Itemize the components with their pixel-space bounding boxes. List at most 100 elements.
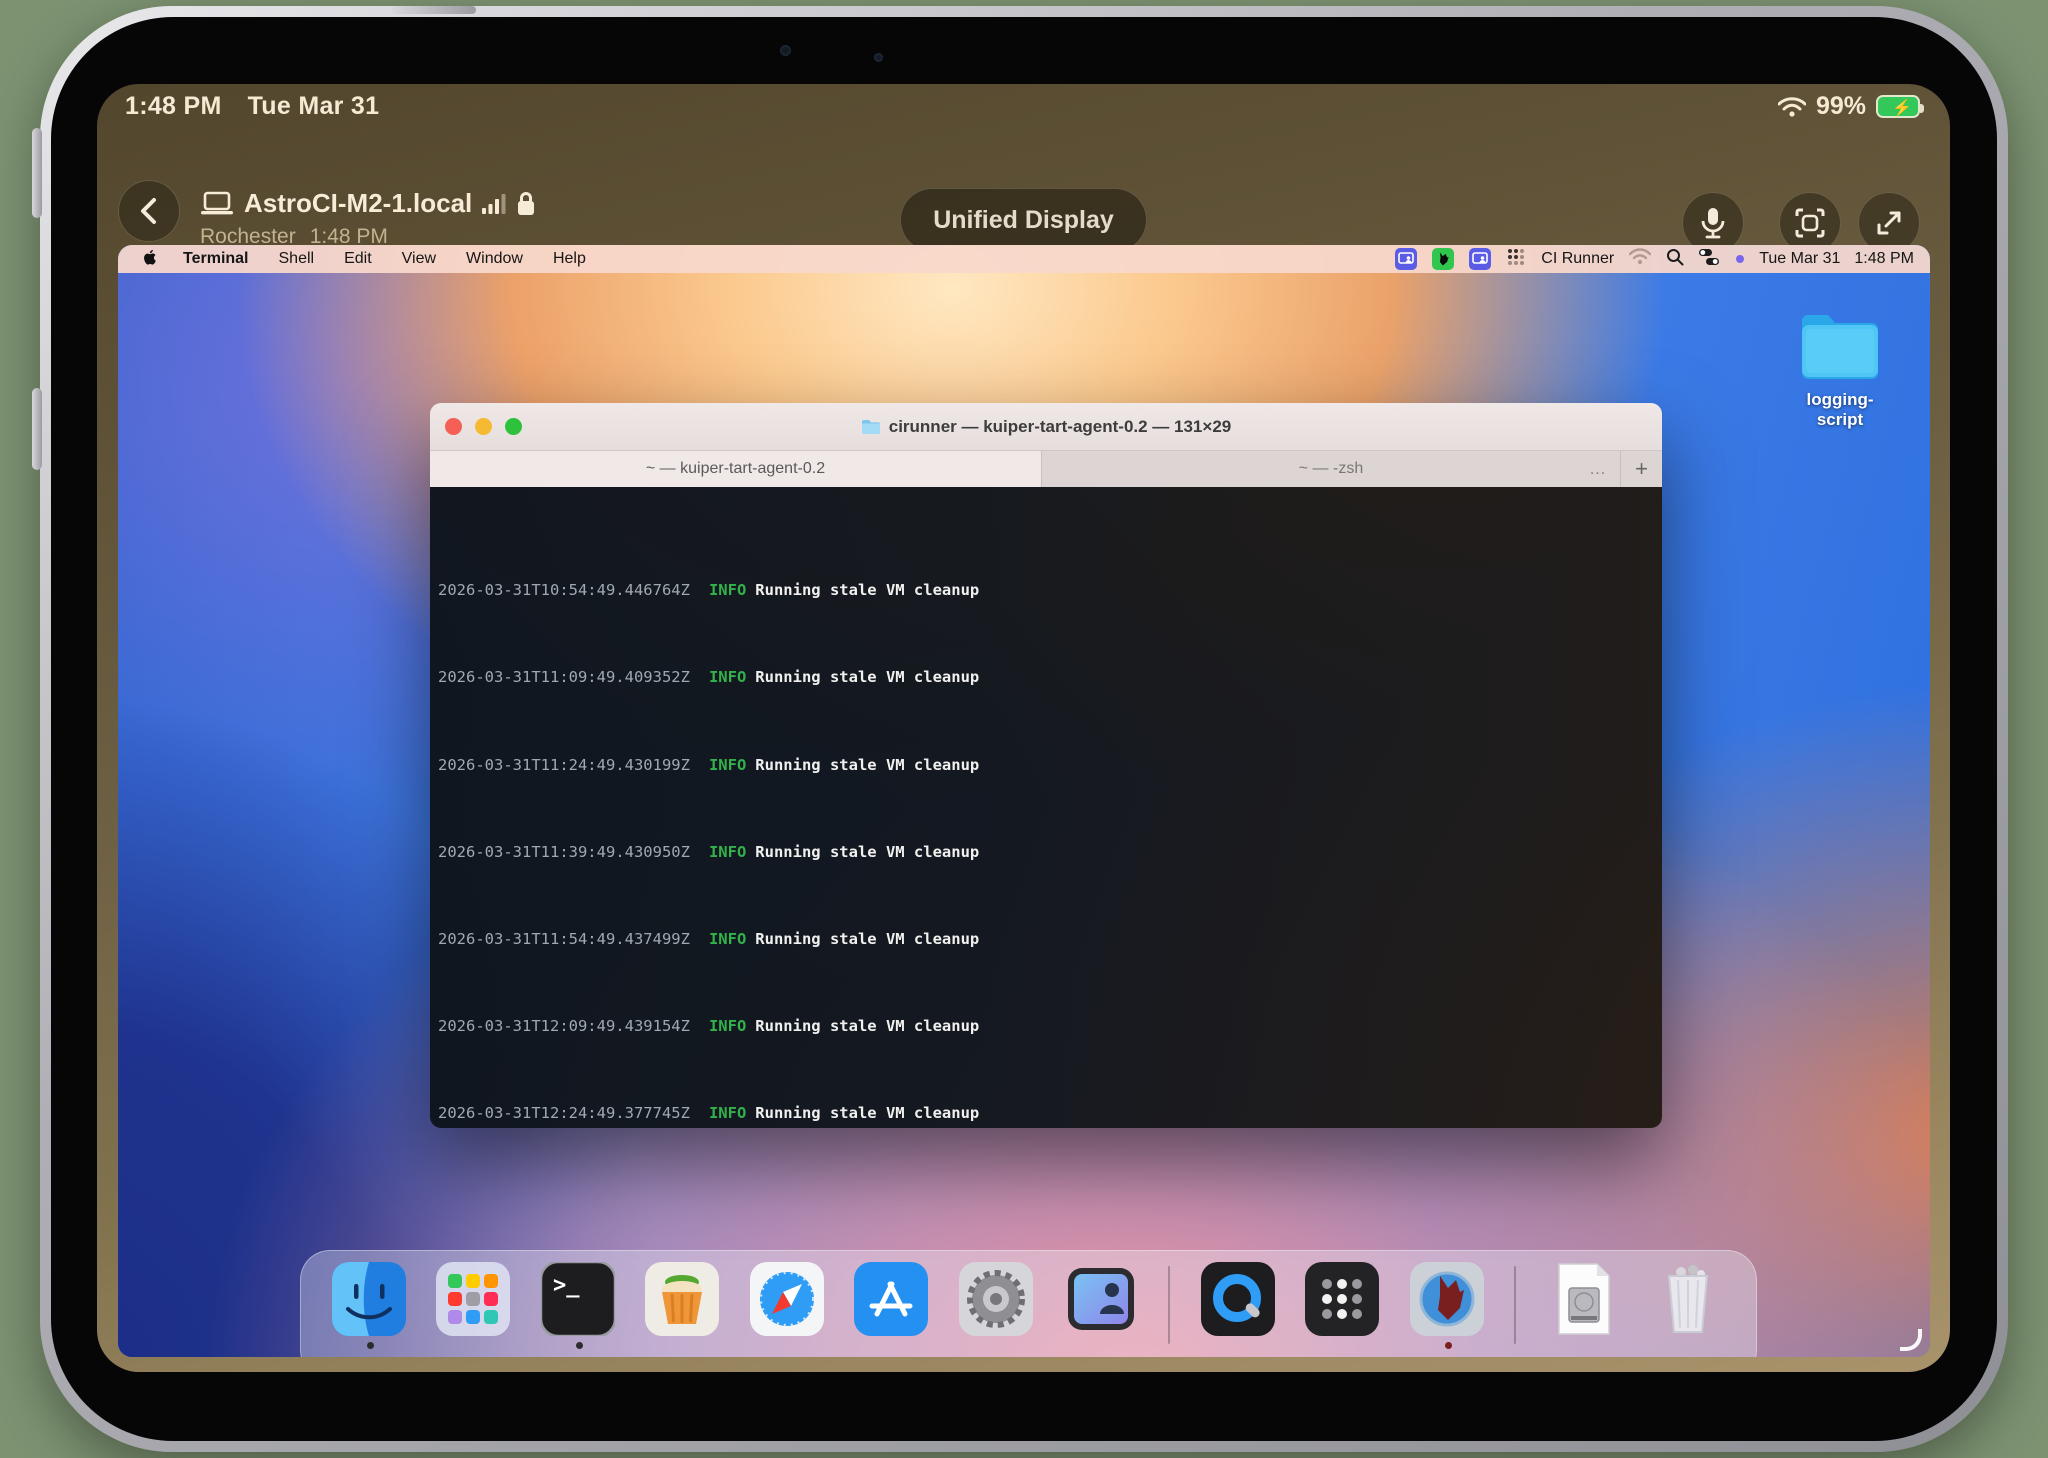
lock-icon [516,191,536,217]
tab-label: ~ — kuiper-tart-agent-0.2 [646,460,825,478]
dock-quicktime[interactable] [1201,1262,1275,1336]
charging-bolt-icon: ⚡ [1892,98,1912,118]
menubar-date: Tue Mar 31 [1759,250,1840,268]
disk-image-file-icon [1547,1262,1621,1336]
battery-icon: ⚡ [1876,95,1920,118]
apple-logo-icon [140,247,157,267]
tab-label: ~ — -zsh [1299,460,1363,478]
tab-overflow-button[interactable]: … [1589,459,1606,479]
dock-system-settings[interactable] [959,1262,1033,1336]
dock-tart[interactable] [645,1262,719,1336]
log-line: 2026-03-31T11:24:49.430199ZINFORunning s… [438,755,1662,777]
screen-sharing-app-icon [1064,1262,1138,1336]
wifi-menu-icon[interactable] [1629,248,1651,270]
new-tab-button[interactable]: + [1620,451,1662,487]
quicktime-icon [1201,1262,1275,1336]
app-store-icon [854,1262,928,1336]
host-info: AstroCI-M2-1.local Rochester1:48 PM [200,188,536,249]
laptop-icon [200,191,234,217]
wifi-icon [1778,96,1806,118]
control-center-menu-icon[interactable] [1699,249,1721,270]
menu-shell[interactable]: Shell [279,250,315,268]
window-title-text: cirunner — kuiper-tart-agent-0.2 — 131×2… [889,417,1231,437]
log-line: 2026-03-31T11:39:49.430950ZINFORunning s… [438,842,1662,864]
dock-terminal[interactable]: >_ [541,1262,615,1336]
proxy-folder-icon [861,419,881,435]
dock-wolf-agent-app[interactable] [1410,1262,1484,1336]
battery-percent: 99% [1816,92,1866,121]
tab-kuiper-tart-agent[interactable]: ~ — kuiper-tart-agent-0.2 [430,451,1042,487]
chevron-left-icon [136,196,162,226]
dock-divider [1168,1266,1170,1344]
menu-terminal[interactable]: Terminal [183,250,249,268]
back-button[interactable] [118,180,180,242]
menu-edit[interactable]: Edit [344,250,372,268]
macos-menubar: Terminal Shell Edit View Window Help [118,245,1930,273]
log-line: 2026-03-31T11:54:49.437499ZINFORunning s… [438,929,1662,951]
screen-sharing-menu-icon[interactable] [1395,248,1417,270]
terminal-log: 2026-03-31T10:54:49.446764ZINFORunning s… [438,537,1662,1128]
numeric-pad-app-icon [1305,1262,1379,1336]
status-time: 1:48 PM [125,92,222,120]
desktop-folder-logging-script[interactable]: logging-script [1795,307,1885,430]
menu-view[interactable]: View [402,250,436,268]
dock-numeric-pad-app[interactable] [1305,1262,1379,1336]
menu-help[interactable]: Help [553,250,586,268]
minimize-window-button[interactable] [475,418,492,435]
folder-icon [1796,307,1884,381]
volume-button-down [32,388,42,470]
terminal-tabbar: ~ — kuiper-tart-agent-0.2 ~ — -zsh … + [430,450,1662,487]
dock-trash[interactable] [1651,1262,1725,1336]
host-name: AstroCI-M2-1.local [244,188,472,219]
volume-button-up [32,128,42,218]
screen-sharing-menu-icon-2[interactable] [1469,248,1491,270]
close-window-button[interactable] [445,418,462,435]
dock-disk-image-file[interactable] [1547,1262,1621,1336]
system-settings-icon [959,1262,1033,1336]
dock-screen-sharing[interactable] [1064,1262,1138,1336]
status-dot [1736,255,1744,263]
dock-app-store[interactable] [854,1262,928,1336]
ci-runner-status-item[interactable]: CI Runner [1541,250,1614,268]
trash-icon [1651,1262,1725,1336]
log-line: 2026-03-31T10:54:49.446764ZINFORunning s… [438,580,1662,602]
dock-safari[interactable] [750,1262,824,1336]
page: 1:48 PM Tue Mar 31 99% ⚡ [0,0,2048,1458]
window-title: cirunner — kuiper-tart-agent-0.2 — 131×2… [861,417,1231,437]
menu-window[interactable]: Window [466,250,523,268]
wolf-agent-app-icon [1410,1262,1484,1336]
unified-display-label: Unified Display [933,206,1114,235]
unified-display-button[interactable]: Unified Display [900,188,1147,252]
terminal-body[interactable]: 2026-03-31T10:54:49.446764ZINFORunning s… [430,487,1662,1128]
dock-divider [1514,1266,1516,1344]
dots-grid-menu-icon[interactable] [1506,247,1526,272]
dock: >_ [300,1250,1757,1357]
safari-icon [750,1262,824,1336]
apple-menu[interactable] [140,247,157,272]
menubar-clock[interactable]: Tue Mar 31 1:48 PM [1759,250,1914,268]
terminal-window[interactable]: cirunner — kuiper-tart-agent-0.2 — 131×2… [430,403,1662,1128]
running-indicator [576,1342,583,1349]
terminal-app-icon: >_ [541,1262,615,1336]
zoom-window-button[interactable] [505,418,522,435]
menubar-time: 1:48 PM [1854,250,1914,268]
finder-icon [332,1262,406,1336]
tart-cupcake-icon [645,1262,719,1336]
terminal-titlebar[interactable]: cirunner — kuiper-tart-agent-0.2 — 131×2… [430,403,1662,450]
svg-text:>_: >_ [553,1273,580,1298]
front-camera [780,45,791,56]
folder-label: logging-script [1795,390,1885,430]
status-bar: 1:48 PM Tue Mar 31 99% ⚡ [97,92,1950,124]
running-indicator [367,1342,374,1349]
log-line: 2026-03-31T11:09:49.409352ZINFORunning s… [438,667,1662,689]
remote-desktop-app-screen: 1:48 PM Tue Mar 31 99% ⚡ [97,84,1950,1372]
dock-launchpad[interactable] [436,1262,510,1336]
log-line: 2026-03-31T12:24:49.377745ZINFORunning s… [438,1103,1662,1125]
tab-zsh[interactable]: ~ — -zsh … [1042,451,1620,487]
dock-finder[interactable] [332,1262,406,1336]
power-button [392,6,476,14]
status-date: Tue Mar 31 [248,92,380,120]
search-menu-icon[interactable] [1666,248,1684,271]
expand-arrows-icon [1875,209,1903,237]
agent-dog-menu-icon[interactable] [1432,248,1454,270]
